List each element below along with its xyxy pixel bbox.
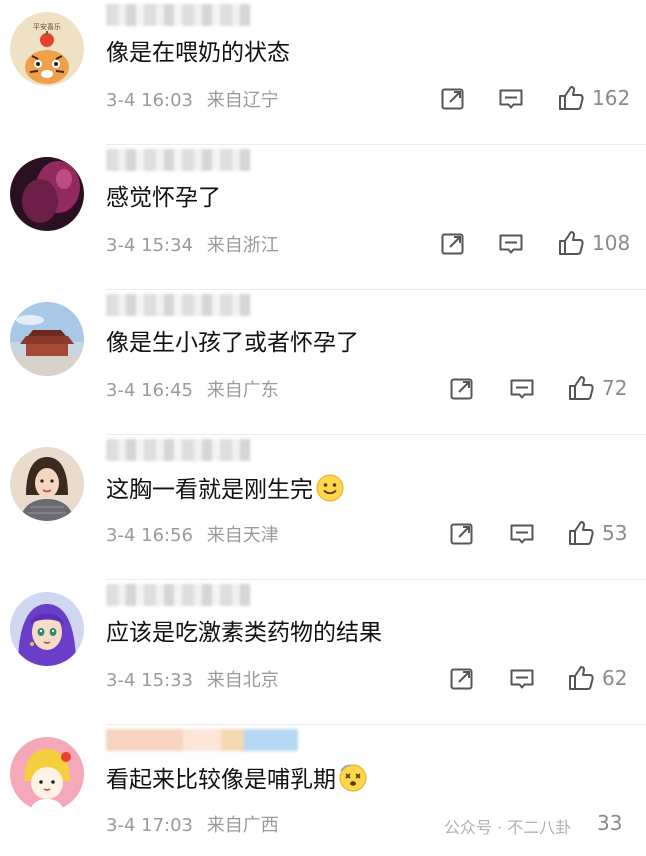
username-blurred[interactable] (106, 149, 251, 171)
comment-date: 3-4 (106, 380, 136, 401)
comment-meta: 3-4 15:34 来自浙江 (106, 231, 279, 257)
comment-item: 平安喜乐 像是在喂奶的状态 3-4 16:03 来自辽宁 162 (0, 0, 646, 145)
like-count: 108 (592, 231, 631, 255)
forward-button[interactable] (449, 521, 475, 547)
comment-item: 应该是吃激素类药物的结果 3-4 15:33 来自北京 62 (0, 580, 646, 725)
comment-text: 像是生小孩了或者怀孕了 (106, 330, 359, 356)
forward-button[interactable] (440, 86, 466, 112)
avatar[interactable]: 平安喜乐 (10, 12, 84, 86)
comment-meta: 3-4 16:56 来自天津 (106, 521, 279, 547)
comment-icon (510, 524, 534, 544)
like-count: 53 (602, 521, 628, 545)
forward-icon (441, 233, 464, 255)
comment-text: 这胸一看就是刚生完 (106, 473, 345, 505)
comment-item: 这胸一看就是刚生完 3-4 16:56 来自天津 53 (0, 435, 646, 580)
avatar[interactable] (10, 447, 84, 521)
comment-text: 看起来比较像是哺乳期 (106, 763, 368, 795)
like-button[interactable]: 33 (590, 809, 622, 837)
like-icon (569, 666, 594, 690)
reply-button[interactable] (509, 666, 535, 692)
reply-button[interactable] (498, 231, 524, 257)
comment-date: 3-4 (106, 90, 136, 111)
comment-date: 3-4 (106, 525, 136, 546)
comment-text: 像是在喂奶的状态 (106, 40, 290, 66)
avatar[interactable] (10, 302, 84, 376)
comment-item: 像是生小孩了或者怀孕了 3-4 16:45 来自广东 72 (0, 290, 646, 435)
forward-icon (450, 523, 473, 545)
anime-girl-avatar-icon (10, 592, 84, 666)
username-blurred[interactable] (106, 439, 251, 461)
like-button[interactable]: 62 (567, 664, 627, 692)
comment-time: 16:56 (141, 525, 194, 546)
woman-avatar-icon (10, 447, 84, 521)
svg-text:平安喜乐: 平安喜乐 (33, 22, 61, 31)
comment-time: 17:03 (141, 815, 194, 836)
forward-button[interactable] (440, 231, 466, 257)
dizzy-face-emoji-icon (339, 764, 367, 792)
like-button[interactable]: 162 (557, 84, 630, 112)
forward-icon (441, 88, 464, 110)
forward-icon (450, 668, 473, 690)
reply-button[interactable] (498, 86, 524, 112)
like-button[interactable]: 72 (567, 374, 627, 402)
comment-list: 平安喜乐 像是在喂奶的状态 3-4 16:03 来自辽宁 162 感觉怀孕了 3… (0, 0, 646, 856)
comment-item: 感觉怀孕了 3-4 15:34 来自浙江 108 (0, 145, 646, 290)
like-icon (569, 521, 594, 545)
reply-button[interactable] (509, 376, 535, 402)
comment-location: 来自广西 (206, 815, 279, 836)
forward-icon (450, 378, 473, 400)
comment-time: 15:33 (141, 670, 194, 691)
like-count: 33 (597, 811, 623, 835)
like-count: 62 (602, 666, 628, 690)
comment-text: 感觉怀孕了 (106, 185, 221, 211)
comment-icon (510, 379, 534, 399)
like-count: 72 (602, 376, 628, 400)
slightly-smiling-emoji-icon (316, 474, 344, 502)
like-icon (559, 86, 584, 110)
username-blurred[interactable] (106, 4, 251, 26)
comment-date: 3-4 (106, 815, 136, 836)
like-icon (569, 376, 594, 400)
comment-time: 15:34 (141, 235, 194, 256)
avatar[interactable] (10, 157, 84, 231)
comment-meta: 3-4 16:45 来自广东 (106, 376, 279, 402)
comment-icon (499, 234, 523, 254)
cartoon-kid-avatar-icon (10, 737, 84, 811)
forward-button[interactable] (449, 666, 475, 692)
comment-time: 16:45 (141, 380, 194, 401)
username-blurred[interactable] (106, 729, 298, 751)
comment-location: 来自浙江 (206, 235, 279, 256)
comment-date: 3-4 (106, 235, 136, 256)
comment-location: 来自天津 (206, 525, 279, 546)
watermark: 公众号 · 不二八卦 (444, 818, 572, 837)
palace-avatar-icon (10, 302, 84, 376)
comment-meta: 3-4 16:03 来自辽宁 (106, 86, 279, 112)
comment-date: 3-4 (106, 670, 136, 691)
comment-location: 来自广东 (206, 380, 279, 401)
comment-icon (499, 89, 523, 109)
like-count: 162 (592, 86, 631, 110)
avatar[interactable] (10, 737, 84, 811)
like-icon (559, 231, 584, 255)
comment-meta: 3-4 15:33 来自北京 (106, 666, 279, 692)
like-button[interactable]: 53 (567, 519, 627, 547)
comment-icon (510, 669, 534, 689)
username-blurred[interactable] (106, 294, 251, 316)
like-button[interactable]: 108 (557, 229, 630, 257)
comment-location: 来自北京 (206, 670, 279, 691)
purple-avatar-icon (10, 157, 84, 231)
username-blurred[interactable] (106, 584, 251, 606)
avatar[interactable] (10, 592, 84, 666)
forward-button[interactable] (449, 376, 475, 402)
reply-button[interactable] (509, 521, 535, 547)
comment-location: 来自辽宁 (206, 90, 279, 111)
comment-text: 应该是吃激素类药物的结果 (106, 620, 382, 646)
comment-meta: 3-4 17:03 来自广西 (106, 811, 279, 837)
comment-time: 16:03 (141, 90, 194, 111)
tiger-avatar-icon: 平安喜乐 (10, 12, 84, 86)
